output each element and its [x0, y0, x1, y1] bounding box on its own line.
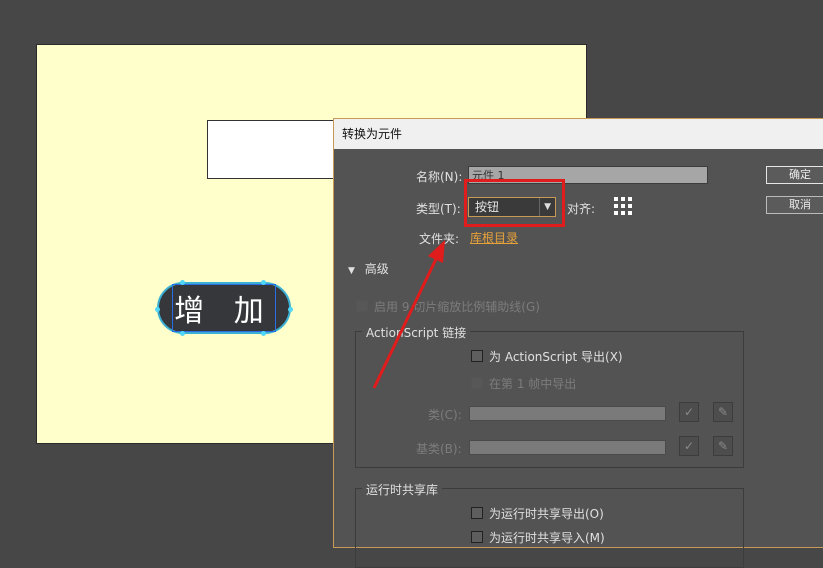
- export-as-option[interactable]: 为 ActionScript 导出(X): [471, 348, 623, 365]
- actionscript-linkage-group: ActionScript 链接 为 ActionScript 导出(X) 在第 …: [355, 324, 744, 468]
- export-frame1-checkbox[interactable]: [471, 377, 483, 389]
- base-class-label: 基类(B):: [416, 442, 462, 456]
- align-label: 对齐:: [567, 202, 596, 216]
- nine-slice-option[interactable]: 启用 9 切片缩放比例辅助线(G): [356, 298, 540, 315]
- symbol-name-input[interactable]: 元件 1: [468, 166, 708, 184]
- symbol-type-value: 按钮: [475, 200, 500, 214]
- runtime-import-checkbox[interactable]: [471, 531, 483, 543]
- convert-to-symbol-dialog: 转换为元件 名称(N): 元件 1 类型(T): 按钮 ▼ 对齐: 文件夹: 库…: [333, 118, 823, 568]
- runtime-import-label: 为运行时共享导入(M): [489, 531, 605, 545]
- runtime-export-option[interactable]: 为运行时共享导出(O): [471, 505, 604, 522]
- export-as-checkbox[interactable]: [471, 350, 483, 362]
- type-label: 类型(T):: [416, 202, 461, 216]
- base-class-input[interactable]: [469, 440, 666, 455]
- selection-handle[interactable]: [261, 331, 266, 336]
- registration-grid-icon[interactable]: [613, 196, 633, 216]
- validate-check-icon[interactable]: ✓: [679, 402, 699, 422]
- runtime-shared-library-group: 运行时共享库 为运行时共享导出(O) 为运行时共享导入(M): [355, 481, 744, 568]
- cancel-button[interactable]: 取消: [766, 196, 823, 214]
- class-label: 类(C):: [428, 408, 462, 422]
- edit-pencil-icon[interactable]: ✎: [713, 402, 733, 422]
- advanced-toggle[interactable]: ▼ 高级: [348, 260, 389, 277]
- stage-button-graphic[interactable]: 增 加: [157, 282, 291, 334]
- runtime-export-label: 为运行时共享导出(O): [489, 507, 604, 521]
- folder-label: 文件夹:: [419, 232, 460, 246]
- export-as-label: 为 ActionScript 导出(X): [489, 350, 623, 364]
- triangle-down-icon: ▼: [348, 266, 355, 276]
- nine-slice-label: 启用 9 切片缩放比例辅助线(G): [374, 300, 540, 314]
- symbol-type-select[interactable]: 按钮 ▼: [468, 197, 556, 217]
- selection-handle[interactable]: [180, 331, 185, 336]
- runtime-export-checkbox[interactable]: [471, 507, 483, 519]
- dialog-title: 转换为元件: [334, 119, 823, 149]
- ok-button[interactable]: 确定: [766, 166, 823, 184]
- validate-check-icon[interactable]: ✓: [679, 436, 699, 456]
- runtime-group-title: 运行时共享库: [362, 481, 443, 498]
- actionscript-group-title: ActionScript 链接: [362, 324, 471, 341]
- selection-handle[interactable]: [261, 280, 266, 285]
- dropdown-arrow-icon: ▼: [539, 198, 551, 216]
- nine-slice-checkbox[interactable]: [356, 300, 368, 312]
- stage-button-text: 增 加: [174, 294, 274, 329]
- selection-handle[interactable]: [180, 280, 185, 285]
- folder-link[interactable]: 库根目录: [470, 229, 518, 246]
- export-frame1-option[interactable]: 在第 1 帧中导出: [471, 375, 576, 392]
- export-frame1-label: 在第 1 帧中导出: [489, 377, 577, 391]
- advanced-label: 高级: [364, 262, 389, 276]
- class-input[interactable]: [469, 406, 666, 421]
- selection-handle[interactable]: [288, 307, 293, 312]
- edit-pencil-icon[interactable]: ✎: [713, 436, 733, 456]
- name-label: 名称(N):: [416, 170, 463, 184]
- selection-handle[interactable]: [155, 307, 160, 312]
